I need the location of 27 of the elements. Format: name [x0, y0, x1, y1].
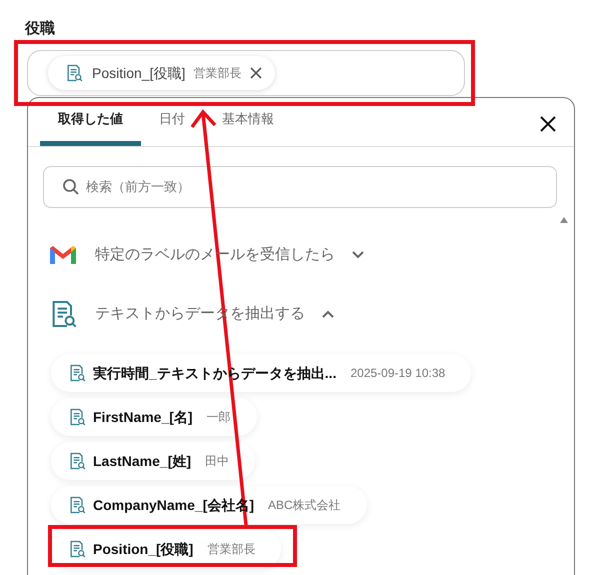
tab[interactable]: 取得した値 [40, 97, 141, 146]
field-label: 役職 [25, 19, 55, 39]
item-name: LastName_[姓] [93, 452, 192, 471]
item-value: 田中 [205, 453, 230, 470]
scroll-up-icon[interactable] [559, 216, 569, 224]
search-input[interactable]: 検索（前方一致） [86, 177, 538, 197]
close-icon[interactable] [539, 115, 557, 133]
mail-logo-icon [49, 244, 77, 266]
value-item[interactable]: FirstName_[名] 一郎 [51, 398, 257, 436]
value-field[interactable]: Position_[役職] 営業部長 [27, 50, 465, 96]
item-value: 2025-09-19 10:38 [350, 365, 446, 382]
item-value: ABC株式会社 [268, 497, 341, 514]
item-value: 営業部長 [207, 541, 256, 558]
value-chip[interactable]: Position_[役職] 営業部長 [48, 56, 276, 90]
search-field[interactable]: 検索（前方一致） [43, 166, 557, 208]
search-icon [62, 178, 80, 196]
tab[interactable]: 日付 [159, 97, 185, 146]
chip-name: Position_[役職] [92, 64, 186, 83]
chevron-down-icon[interactable] [351, 250, 365, 260]
close-icon[interactable] [249, 66, 264, 80]
value-item[interactable]: LastName_[姓] 田中 [51, 442, 256, 480]
item-name: FirstName_[名] [93, 408, 193, 427]
chevron-up-icon[interactable] [321, 309, 335, 319]
chip-value: 営業部長 [193, 65, 242, 82]
tab[interactable]: 基本情報 [222, 97, 274, 146]
item-value: 一郎 [206, 409, 231, 426]
item-name: Position_[役職] [93, 540, 194, 559]
